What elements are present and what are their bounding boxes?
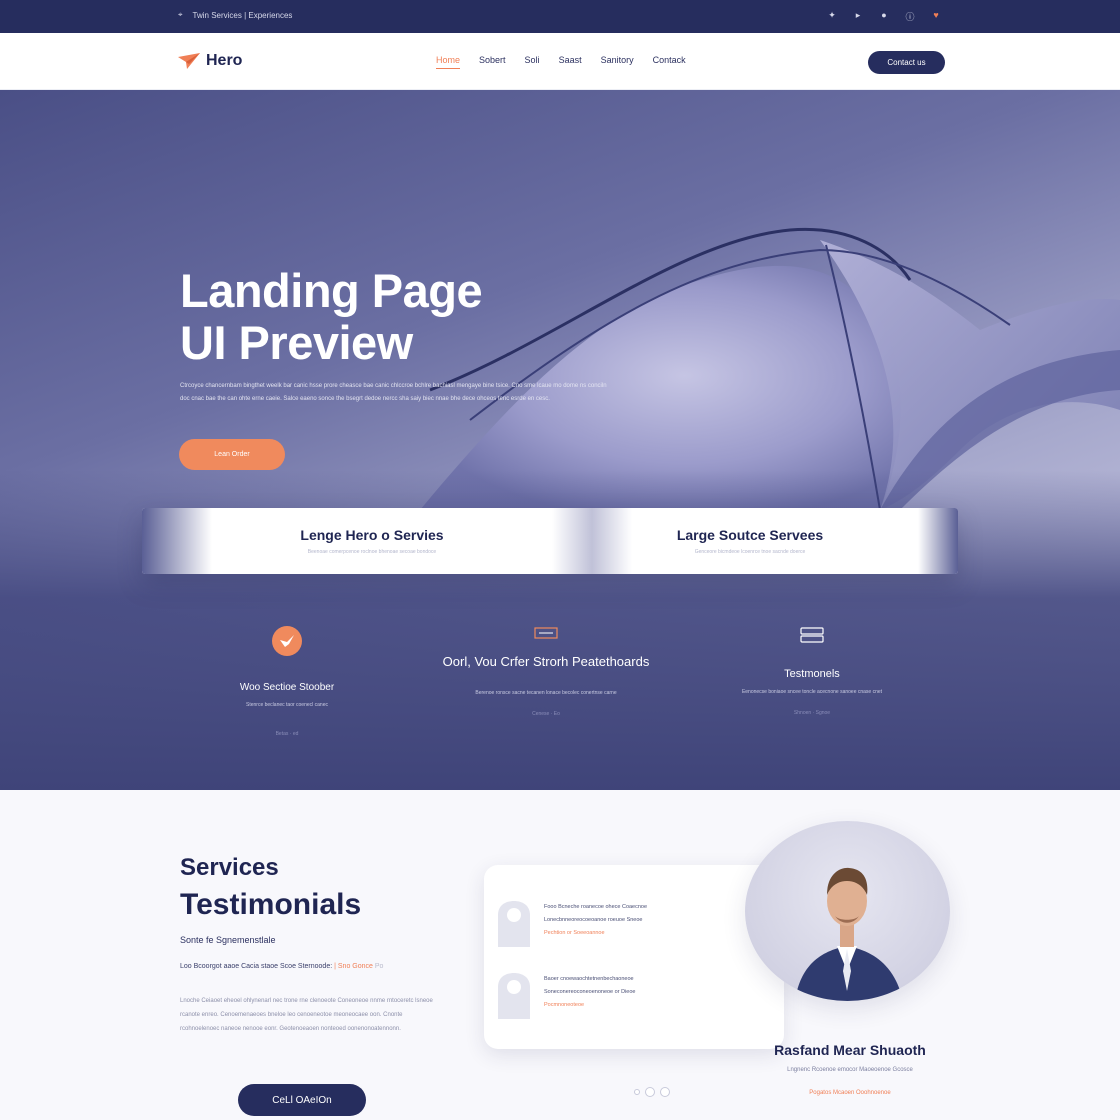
person-portrait — [745, 821, 950, 1001]
testimonials-line-text: Loo Bcoorgot aaoe Cacia staoe Scoe Stern… — [180, 963, 333, 970]
feature-2-meta: Cenese · Eo — [532, 711, 560, 717]
user-avatar-icon — [498, 973, 530, 1019]
testimonials-heading: Testimonials — [180, 888, 362, 921]
feature-column-3: Testmonels Eenonecse boniaoe sncee toncl… — [702, 626, 922, 716]
feature-3-description: Eenonecse boniaoe sncee toncle acecnone … — [741, 689, 883, 695]
testimonial-2-text: Baoer cnoewaochtetnenbechaoneoe Sonecone… — [544, 973, 704, 1012]
testimonial-quote-1: Fooo Bcneche roanecoe ohece Coaecnoe Lon… — [496, 901, 776, 951]
star-icon[interactable]: ✦ — [826, 10, 838, 23]
carousel-dots — [634, 1087, 670, 1097]
testimonial-2-line2: Soneconereoconeoenoneoe or Dieoe — [544, 989, 636, 995]
testimonial-1-line1: Fooo Bcneche roanecoe ohece Coaecnoe — [544, 904, 648, 910]
band-item-1-subtitle: Beenoae comerpcenoe roclnoe bhenoae seco… — [307, 549, 437, 555]
feature-1-title: Woo Sectioe Stoober — [239, 682, 335, 693]
testimonial-2-accent: Pocmnoneoteoe — [544, 1002, 585, 1008]
testimonial-card: Fooo Bcneche roanecoe ohece Coaecnoe Lon… — [484, 865, 784, 1049]
top-bar: ⌖ Twin Services | Experiences ✦ ▸ ● ⓘ ♥ — [0, 0, 1120, 33]
feature-2-title: Oorl, Vou Crfer Strorh Peatethoards — [442, 654, 650, 669]
band-fade-right — [918, 508, 958, 574]
feature-column-2: Oorl, Vou Crfer Strorh Peatethoards Bere… — [436, 626, 656, 717]
testimonial-quote-2: Baoer cnoewaochtetnenbechaoneoe Sonecone… — [496, 973, 776, 1023]
heart-icon[interactable]: ♥ — [930, 10, 942, 23]
feature-3-meta: Shnoen · Sgnoe — [793, 710, 831, 716]
hero-description: Ctrcoyce chancernbam bingthet weelk bar … — [180, 383, 607, 402]
carousel-dot-2[interactable] — [645, 1087, 655, 1097]
feature-card-icon — [799, 626, 825, 644]
carousel-dot-3[interactable] — [660, 1087, 670, 1097]
testimonials-line-highlight[interactable]: | Sno Gonce — [334, 963, 373, 970]
person-name: Rasfand Mear Shuaoth — [774, 1042, 926, 1058]
testimonials-paragraph: Lnoche Ceiaoet eheoel ohlynenarl nec tro… — [180, 998, 433, 1032]
carousel-dot-1[interactable] — [634, 1089, 640, 1095]
feature-1-meta: Betas · ed — [275, 731, 299, 737]
testimonial-1-line2: Lonecbnneoreocoeoanoe roeuoe Sneoe — [544, 917, 643, 923]
band-fade-left — [142, 508, 212, 574]
call-action-button[interactable]: CeLl OAeIOn — [238, 1084, 366, 1116]
social-icons: ✦ ▸ ● ⓘ ♥ — [826, 10, 942, 23]
top-bar-left: ⌖ Twin Services | Experiences — [178, 10, 292, 20]
nav-item-sobert[interactable]: Sobert — [479, 55, 506, 69]
band-item-1-title: Lenge Hero o Servies — [300, 527, 444, 543]
hero-cta-button[interactable]: Lean Order — [179, 439, 285, 470]
main-nav: Hero Home Sobert Soli Saast Sanitory Con… — [0, 33, 1120, 90]
feature-bird-icon — [272, 626, 302, 656]
testimonial-2-line1: Baoer cnoewaochtetnenbechaoneoe — [544, 976, 634, 982]
hero-section: Landing Page UI Preview Ctrcoyce chancer… — [0, 90, 1120, 790]
person-link[interactable]: Pogatos Mcaoen Ooohnoenoe — [760, 1090, 940, 1096]
nav-item-soli[interactable]: Soli — [525, 55, 540, 69]
person-role: Lngnenc Rcoenoe emocor Maoeoenoe Gcosce — [787, 1067, 913, 1073]
band-item-2[interactable]: Large Soutce Servees Genceore bicmdeoe l… — [620, 527, 880, 555]
circle-icon[interactable]: ● — [878, 10, 890, 23]
nav-contact-button[interactable]: Contact us — [868, 51, 945, 74]
nav-item-sanitory[interactable]: Sanitory — [601, 55, 634, 69]
play-icon[interactable]: ▸ — [852, 10, 864, 23]
testimonial-1-accent: Pechtion or Soeeoannoe — [544, 930, 605, 936]
testimonial-1-text: Fooo Bcneche roanecoe ohece Coaecnoe Lon… — [544, 901, 704, 940]
user-avatar-icon — [498, 901, 530, 947]
nav-item-contack[interactable]: Contack — [653, 55, 686, 69]
announcement-icon: ⌖ — [178, 10, 183, 19]
feature-3-title: Testmonels — [784, 668, 840, 680]
logo[interactable]: Hero — [178, 52, 242, 70]
nav-item-home[interactable]: Home — [436, 55, 461, 69]
services-band: Lenge Hero o Servies Beenoae comerpcenoe… — [142, 508, 958, 574]
hero-title-line2: UI Preview — [180, 316, 413, 369]
info-icon[interactable]: ⓘ — [904, 10, 916, 23]
band-item-2-title: Large Soutce Servees — [676, 527, 824, 543]
testimonials-line-tail: Po — [374, 963, 384, 970]
feature-column-1: Woo Sectioe Stoober Stenrce beclanec tao… — [177, 626, 397, 737]
feature-1-description: Stenrce beclanec taor coenecl canec — [246, 702, 328, 708]
band-item-1[interactable]: Lenge Hero o Servies Beenoae comerpcenoe… — [242, 527, 502, 555]
feature-2-description: Berenoe ronsce sacne tecanen lonace beco… — [475, 690, 617, 696]
testimonials-section: Services Testimonials Sonte fe Sgnemenst… — [0, 790, 1120, 1120]
hero-title: Landing Page UI Preview — [180, 265, 580, 369]
services-heading: Services — [180, 854, 279, 881]
hero-title-line1: Landing Page — [180, 264, 483, 317]
nav-menu: Home Sobert Soli Saast Sanitory Contack — [436, 55, 686, 69]
logo-plane-icon — [178, 53, 200, 69]
feature-ticket-icon — [534, 626, 558, 640]
band-item-2-subtitle: Genceore bicmdeoe lcoenrce tnoe sacnde d… — [694, 549, 806, 555]
top-bar-tagline: Twin Services | Experiences — [192, 10, 293, 20]
nav-item-saast[interactable]: Saast — [559, 55, 582, 69]
logo-text: Hero — [206, 52, 243, 69]
testimonials-line: Loo Bcoorgot aaoe Cacia staoe Scoe Stern… — [180, 963, 383, 970]
person-illustration — [795, 867, 903, 1001]
testimonials-subheading: Sonte fe Sgnemenstlale — [180, 935, 276, 945]
